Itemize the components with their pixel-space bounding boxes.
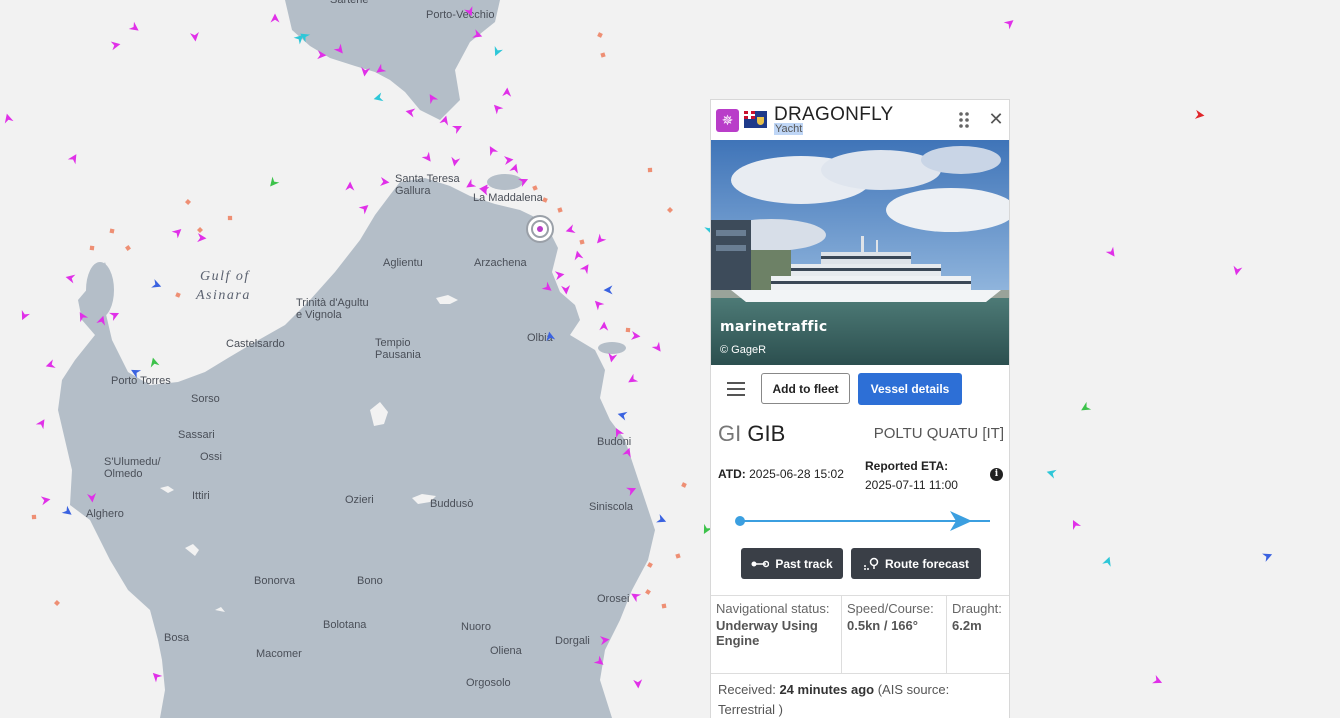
tavolara-island	[598, 342, 626, 354]
vessel-type: Yacht	[774, 123, 804, 135]
place-label-ossi: Ossi	[200, 451, 222, 463]
vessel-details-button[interactable]: Vessel details	[858, 373, 962, 405]
past-track-button[interactable]: Past track	[741, 548, 843, 579]
past-track-label: Past track	[775, 556, 833, 571]
voyage-section: GI GIB POLTU QUATU [IT] ATD: 2025-06-28 …	[711, 415, 1009, 595]
vessel-photo[interactable]: marinetraffic © GageR	[711, 140, 1009, 365]
place-label-castelsardo: Castelsardo	[226, 338, 285, 350]
close-icon[interactable]: ✕	[987, 110, 1005, 128]
place-label-macomer: Macomer	[256, 648, 302, 660]
route-forecast-icon	[863, 557, 879, 570]
place-label-buddoso: Buddusò	[430, 498, 473, 510]
selected-vessel-marker[interactable]	[526, 215, 554, 243]
eta-label: Reported ETA:	[865, 459, 949, 473]
drag-handle-icon[interactable]	[958, 111, 970, 129]
place-label-dorgali: Dorgali	[555, 635, 590, 647]
ais-source-value: Terrestrial )	[718, 702, 784, 717]
asinara-island	[86, 262, 114, 318]
place-label-bolotana: Bolotana	[323, 619, 367, 631]
place-label-bosa: Bosa	[164, 632, 190, 644]
received-label: Received:	[718, 682, 776, 697]
draught-value: 6.2m	[952, 618, 982, 633]
place-label-porto-vecchio: Porto-Vecchio	[426, 9, 494, 21]
nav-status-value: Underway Using Engine	[716, 618, 818, 648]
reported-eta: Reported ETA: 2025-07-11 11:00	[865, 457, 958, 495]
atd-value: 2025-06-28 15:02	[749, 467, 844, 481]
eta-value: 2025-07-11 11:00	[865, 478, 958, 492]
place-label-ittiri: Ittiri	[192, 490, 210, 502]
panel-actions: Add to fleet Vessel details	[711, 365, 1009, 415]
nav-status-label: Navigational status:	[716, 601, 830, 616]
place-label-la-maddalena: La Maddalena	[473, 192, 544, 204]
place-label-bonorva: Bonorva	[254, 575, 296, 587]
gulf-label-line1: Gulf of	[200, 269, 250, 284]
navigational-status: Navigational status: Underway Using Engi…	[711, 596, 842, 673]
place-label-orosei: Orosei	[597, 593, 629, 605]
place-label-siniscola: Siniscola	[589, 501, 634, 513]
draught: Draught: 6.2m	[947, 596, 1009, 673]
vessel-stats: Navigational status: Underway Using Engi…	[711, 595, 1009, 674]
route-forecast-button[interactable]: Route forecast	[851, 548, 981, 579]
past-track-icon	[751, 560, 770, 567]
map-canvas[interactable]: SartènePorto-VecchioSanta Teresa GalluraL…	[0, 0, 1340, 718]
ais-source-label: (AIS source:	[877, 682, 950, 697]
port-code: GI GIB	[718, 421, 785, 447]
gulf-label-line2: Asinara	[195, 288, 251, 303]
info-icon[interactable]: i	[990, 468, 1003, 481]
departure-port-code: GIB	[747, 421, 786, 446]
atd-label: ATD:	[718, 467, 746, 481]
add-to-fleet-button[interactable]: Add to fleet	[761, 373, 850, 404]
received-value: 24 minutes ago	[779, 682, 875, 697]
place-label-porto-torres: Porto Torres	[111, 375, 171, 387]
yacht-wheel-icon: ✵	[716, 109, 739, 132]
place-label-ozieri: Ozieri	[345, 494, 374, 506]
route-progress-bar	[735, 511, 990, 531]
place-label-nuoro: Nuoro	[461, 621, 491, 633]
speed-label: Speed/Course:	[847, 601, 934, 616]
speed-value: 0.5kn / 166°	[847, 618, 918, 633]
place-label-budoni: Budoni	[597, 436, 631, 448]
place-label-sorso: Sorso	[191, 393, 220, 405]
destination: POLTU QUATU [IT]	[873, 425, 1004, 442]
place-label-alghero: Alghero	[86, 508, 124, 520]
vessel-info-panel: ✵ DRAGONFLY Yacht ✕ marinetraffic © Gage…	[710, 99, 1010, 718]
photo-credit: © GageR	[720, 344, 767, 356]
photo-watermark: marinetraffic	[720, 319, 828, 335]
maddalena-island	[487, 174, 523, 190]
place-label-arzachena: Arzachena	[474, 257, 527, 269]
place-label-sassari: Sassari	[178, 429, 215, 441]
place-label-orgosolo: Orgosolo	[466, 677, 511, 689]
place-label-aglientu: Aglientu	[383, 257, 423, 269]
place-label-sartene: Sartène	[330, 0, 369, 6]
place-label-oliena: Oliena	[490, 645, 523, 657]
speed-course: Speed/Course: 0.5kn / 166°	[842, 596, 947, 673]
panel-header: ✵ DRAGONFLY Yacht ✕	[711, 100, 1009, 140]
draught-label: Draught:	[952, 601, 1002, 616]
menu-icon[interactable]	[727, 382, 745, 396]
atd: ATD: 2025-06-28 15:02	[718, 467, 844, 481]
cayman-islands-flag-icon	[744, 111, 767, 128]
place-label-bono: Bono	[357, 575, 383, 587]
route-forecast-label: Route forecast	[884, 556, 970, 571]
received-info: Received: 24 minutes ago (AIS source: Te…	[718, 680, 998, 718]
departure-country-code: GI	[718, 421, 742, 446]
